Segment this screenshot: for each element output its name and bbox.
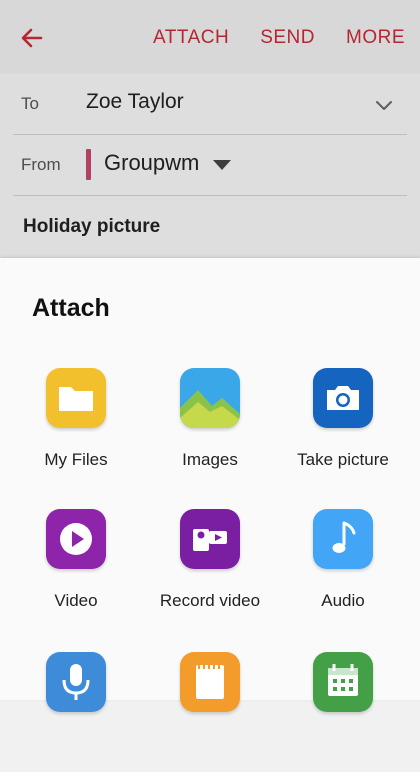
more-button[interactable]: MORE [339, 24, 412, 52]
attach-option-record-video[interactable]: Record video [140, 509, 280, 629]
calendar-icon [313, 652, 373, 712]
account-color-bar [86, 149, 91, 180]
attach-option-images[interactable]: Images [140, 368, 280, 488]
attach-option-calendar[interactable] [273, 652, 413, 772]
attach-button[interactable]: ATTACH [146, 24, 236, 52]
video-recorder-icon [180, 509, 240, 569]
attach-sheet: Attach My Files Images Take picture Vide… [0, 258, 420, 712]
microphone-icon [46, 652, 106, 712]
attach-option-voice[interactable] [6, 652, 146, 772]
attach-option-label: Record video [159, 591, 261, 610]
memo-icon [180, 652, 240, 712]
from-row[interactable]: From Groupwm [13, 135, 407, 196]
attach-option-audio[interactable]: Audio [273, 509, 413, 629]
back-arrow-icon [21, 28, 43, 48]
attach-option-label: My Files [44, 450, 108, 469]
attach-option-take-picture[interactable]: Take picture [273, 368, 413, 488]
chevron-down-icon[interactable] [373, 94, 395, 116]
camera-icon [313, 368, 373, 428]
attach-option-label: Video [54, 591, 98, 610]
toolbar-actions: ATTACH SEND MORE [146, 24, 412, 52]
compose-toolbar: ATTACH SEND MORE [0, 0, 420, 74]
back-button[interactable] [14, 20, 50, 56]
subject-row[interactable]: Holiday picture [13, 196, 407, 256]
to-recipient[interactable]: Zoe Taylor [86, 90, 184, 114]
attach-option-label: Images [182, 450, 238, 469]
from-account[interactable]: Groupwm [104, 150, 199, 176]
attach-option-my-files[interactable]: My Files [6, 368, 146, 488]
subject-field[interactable]: Holiday picture [23, 216, 160, 238]
attach-option-memo[interactable] [140, 652, 280, 772]
video-play-icon [46, 509, 106, 569]
send-button[interactable]: SEND [253, 24, 322, 52]
images-icon [180, 368, 240, 428]
attach-option-label: Take picture [297, 450, 389, 469]
to-label: To [21, 94, 39, 113]
attach-sheet-title: Attach [32, 294, 110, 322]
folder-icon [46, 368, 106, 428]
to-row[interactable]: To Zoe Taylor [13, 74, 407, 135]
attach-option-video[interactable]: Video [6, 509, 146, 629]
from-label: From [21, 155, 61, 174]
dropdown-caret-icon[interactable] [213, 160, 231, 170]
music-note-icon [313, 509, 373, 569]
attach-option-label: Audio [321, 591, 365, 610]
